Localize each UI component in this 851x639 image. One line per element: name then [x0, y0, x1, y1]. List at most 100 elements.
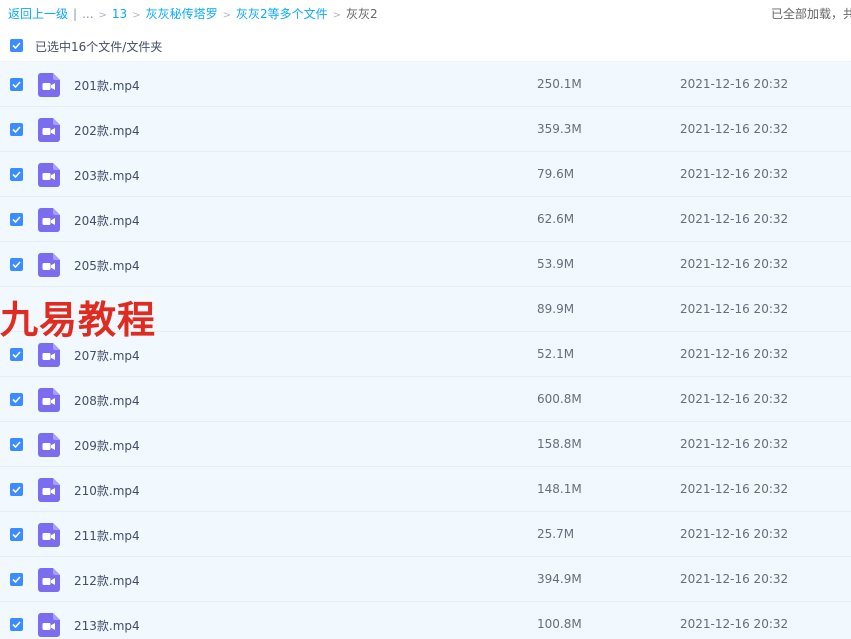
breadcrumb: 返回上一级 |... >13 > 灰灰秘传塔罗 > 灰灰2等多个文件 > 灰灰2 — [8, 5, 378, 22]
file-row[interactable]: 211款.mp4 25.7M 2021-12-16 20:32 — [0, 512, 851, 557]
file-row[interactable]: 208款.mp4 600.8M 2021-12-16 20:32 — [0, 377, 851, 422]
breadcrumb-item-13[interactable]: 13 — [112, 7, 127, 21]
file-size: 250.1M — [537, 77, 582, 91]
row-checkbox[interactable] — [10, 348, 23, 361]
breadcrumb-divider: | — [73, 7, 78, 21]
file-name[interactable]: 208款.mp4 — [74, 392, 140, 409]
file-name[interactable]: 202款.mp4 — [74, 122, 140, 139]
row-checkbox[interactable] — [10, 168, 23, 181]
checkmark-icon — [12, 171, 21, 178]
chevron-right-icon: > — [98, 10, 107, 21]
file-name[interactable]: 209款.mp4 — [74, 437, 140, 454]
file-size: 52.1M — [537, 347, 575, 361]
row-checkbox[interactable] — [10, 258, 23, 271]
checkmark-icon — [12, 441, 21, 448]
file-name[interactable]: 213款.mp4 — [74, 617, 140, 634]
video-file-icon — [38, 613, 60, 637]
file-name[interactable]: 211款.mp4 — [74, 527, 140, 544]
file-date: 2021-12-16 20:32 — [680, 482, 789, 496]
file-date: 2021-12-16 20:32 — [680, 527, 789, 541]
breadcrumb-current: 灰灰2 — [346, 7, 378, 21]
file-row[interactable]: 203款.mp4 79.6M 2021-12-16 20:32 — [0, 152, 851, 197]
row-checkbox[interactable] — [10, 393, 23, 406]
video-file-icon — [38, 343, 60, 367]
file-size: 25.7M — [537, 527, 575, 541]
file-date: 2021-12-16 20:32 — [680, 572, 789, 586]
video-file-icon — [38, 208, 60, 232]
file-row[interactable]: 212款.mp4 394.9M 2021-12-16 20:32 — [0, 557, 851, 602]
video-file-icon — [38, 523, 60, 547]
video-file-icon — [38, 163, 60, 187]
checkmark-icon — [12, 261, 21, 268]
file-size: 62.6M — [537, 212, 575, 226]
row-checkbox[interactable] — [10, 618, 23, 631]
file-size: 394.9M — [537, 572, 582, 586]
file-date: 2021-12-16 20:32 — [680, 167, 789, 181]
file-row[interactable]: 204款.mp4 62.6M 2021-12-16 20:32 — [0, 197, 851, 242]
checkmark-icon — [12, 351, 21, 358]
checkmark-icon — [12, 576, 21, 583]
load-status: 已全部加载，共 — [771, 7, 851, 21]
file-date: 2021-12-16 20:32 — [680, 257, 789, 271]
file-size: 53.9M — [537, 257, 575, 271]
video-file-icon — [38, 253, 60, 277]
breadcrumb-item-tarot[interactable]: 灰灰秘传塔罗 — [146, 7, 218, 21]
checkmark-icon — [12, 126, 21, 133]
file-date: 2021-12-16 20:32 — [680, 122, 789, 136]
video-file-icon — [38, 388, 60, 412]
top-bar: 返回上一级 |... >13 > 灰灰秘传塔罗 > 灰灰2等多个文件 > 灰灰2 已全部加载，共 — [0, 0, 851, 26]
breadcrumb-ellipsis[interactable]: ... — [82, 7, 93, 21]
select-all-checkbox[interactable] — [10, 39, 23, 52]
file-size: 89.9M — [537, 302, 575, 316]
chevron-right-icon: > — [132, 10, 141, 21]
checkmark-icon — [12, 81, 21, 88]
file-date: 2021-12-16 20:32 — [680, 437, 789, 451]
video-file-icon — [38, 73, 60, 97]
file-name[interactable]: 204款.mp4 — [74, 212, 140, 229]
file-name[interactable]: 205款.mp4 — [74, 257, 140, 274]
back-link[interactable]: 返回上一级 — [8, 7, 68, 21]
file-date: 2021-12-16 20:32 — [680, 302, 789, 316]
row-checkbox[interactable] — [10, 483, 23, 496]
file-size: 79.6M — [537, 167, 575, 181]
file-size: 100.8M — [537, 617, 582, 631]
chevron-right-icon: > — [222, 10, 231, 21]
row-checkbox[interactable] — [10, 123, 23, 136]
file-size: 359.3M — [537, 122, 582, 136]
file-date: 2021-12-16 20:32 — [680, 212, 789, 226]
checkmark-icon — [12, 621, 21, 628]
breadcrumb-item-multi[interactable]: 灰灰2等多个文件 — [236, 7, 328, 21]
file-size: 158.8M — [537, 437, 582, 451]
selection-header: 已选中16个文件/文件夹 — [0, 30, 851, 62]
chevron-right-icon: > — [332, 10, 342, 21]
video-file-icon — [38, 478, 60, 502]
file-row[interactable]: 201款.mp4 250.1M 2021-12-16 20:32 — [0, 62, 851, 107]
file-list: 201款.mp4 250.1M 2021-12-16 20:32 202款.mp4 35… — [0, 62, 851, 639]
watermark-logo: 九易教程 — [0, 298, 157, 342]
file-name[interactable]: 210款.mp4 — [74, 482, 140, 499]
file-row[interactable]: 213款.mp4 100.8M 2021-12-16 20:32 — [0, 602, 851, 639]
file-date: 2021-12-16 20:32 — [680, 347, 789, 361]
row-checkbox[interactable] — [10, 438, 23, 451]
file-row[interactable]: 210款.mp4 148.1M 2021-12-16 20:32 — [0, 467, 851, 512]
file-row[interactable]: 202款.mp4 359.3M 2021-12-16 20:32 — [0, 107, 851, 152]
file-name[interactable]: 207款.mp4 — [74, 347, 140, 364]
checkmark-icon — [12, 396, 21, 403]
video-file-icon — [38, 568, 60, 592]
checkmark-icon — [12, 216, 21, 223]
selection-count: 已选中16个文件/文件夹 — [35, 40, 163, 54]
video-file-icon — [38, 118, 60, 142]
file-date: 2021-12-16 20:32 — [680, 617, 789, 631]
row-checkbox[interactable] — [10, 213, 23, 226]
row-checkbox[interactable] — [10, 573, 23, 586]
file-row[interactable]: 209款.mp4 158.8M 2021-12-16 20:32 — [0, 422, 851, 467]
file-name[interactable]: 203款.mp4 — [74, 167, 140, 184]
video-file-icon — [38, 433, 60, 457]
file-row[interactable]: 205款.mp4 53.9M 2021-12-16 20:32 — [0, 242, 851, 287]
row-checkbox[interactable] — [10, 528, 23, 541]
file-size: 600.8M — [537, 392, 582, 406]
row-checkbox[interactable] — [10, 78, 23, 91]
file-date: 2021-12-16 20:32 — [680, 392, 789, 406]
file-name[interactable]: 201款.mp4 — [74, 77, 140, 94]
file-name[interactable]: 212款.mp4 — [74, 572, 140, 589]
